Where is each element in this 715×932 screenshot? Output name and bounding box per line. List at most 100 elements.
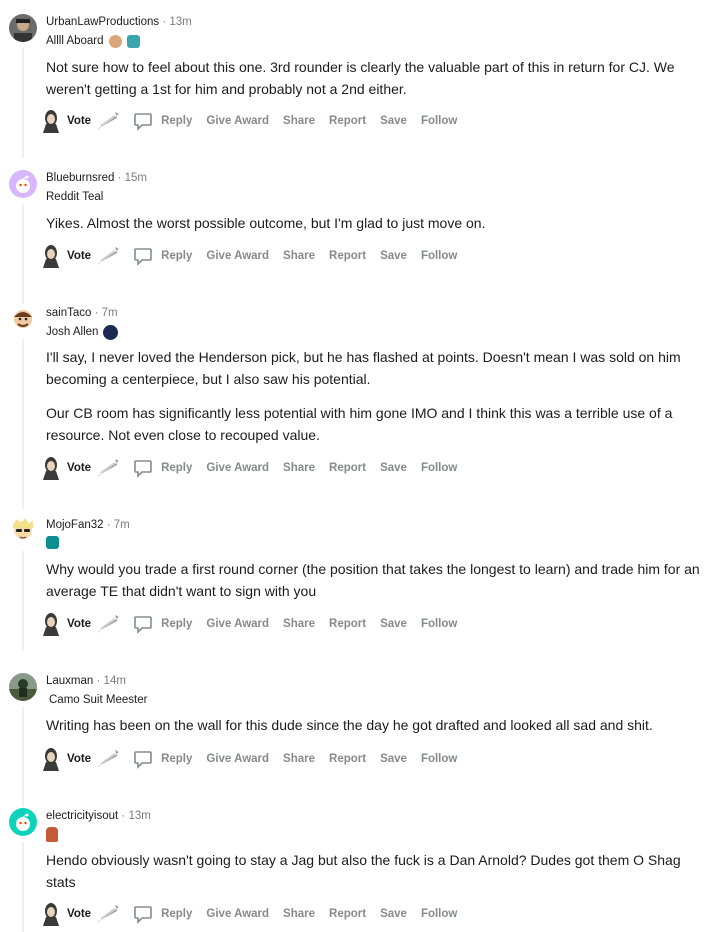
- vote-right-icon[interactable]: [95, 457, 121, 479]
- comment-actions: Vote Reply Give Award Share Report Save …: [40, 108, 471, 134]
- follow-button[interactable]: Follow: [421, 115, 457, 127]
- avatar[interactable]: [9, 14, 37, 42]
- vote-control[interactable]: Vote: [40, 244, 133, 268]
- user-flair: Reddit Teal: [46, 191, 104, 203]
- vote-right-icon[interactable]: [95, 613, 121, 635]
- reply-button[interactable]: Reply: [133, 111, 192, 131]
- thread-line[interactable]: [22, 48, 24, 158]
- vote-label: Vote: [67, 250, 92, 262]
- share-button[interactable]: Share: [283, 908, 315, 920]
- reply-button[interactable]: Reply: [133, 246, 192, 266]
- vote-label: Vote: [67, 115, 92, 127]
- vote-left-icon[interactable]: [40, 109, 62, 133]
- author-name[interactable]: sainTaco: [46, 307, 91, 319]
- reply-icon: [134, 906, 152, 924]
- vote-left-icon[interactable]: [40, 456, 62, 480]
- vote-label: Vote: [67, 753, 92, 765]
- reply-button[interactable]: Reply: [133, 904, 192, 924]
- avatar[interactable]: [9, 517, 37, 545]
- flair-emoji: [126, 34, 140, 48]
- vote-right-icon[interactable]: [95, 903, 121, 925]
- save-button[interactable]: Save: [380, 115, 407, 127]
- follow-button[interactable]: Follow: [421, 618, 457, 630]
- timestamp[interactable]: 7m: [102, 307, 118, 319]
- share-button[interactable]: Share: [283, 618, 315, 630]
- user-flair: [46, 536, 59, 549]
- vote-left-icon[interactable]: [40, 244, 62, 268]
- vote-left-icon[interactable]: [40, 612, 62, 636]
- follow-button[interactable]: Follow: [421, 753, 457, 765]
- share-button[interactable]: Share: [283, 250, 315, 262]
- follow-button[interactable]: Follow: [421, 462, 457, 474]
- comment-actions: Vote Reply Give Award Share Report Save …: [40, 901, 471, 927]
- comment-body: Hendo obviously wasn't going to stay a J…: [46, 852, 681, 890]
- avatar[interactable]: [9, 808, 37, 836]
- flair-emoji: [103, 324, 119, 340]
- avatar[interactable]: [9, 305, 37, 333]
- reply-icon: [134, 616, 152, 634]
- vote-label: Vote: [67, 462, 92, 474]
- timestamp[interactable]: 13m: [169, 16, 191, 28]
- vote-left-icon[interactable]: [40, 902, 62, 926]
- report-button[interactable]: Report: [329, 462, 366, 474]
- avatar[interactable]: [9, 673, 37, 701]
- comment-actions: Vote Reply Give Award Share Report Save …: [40, 611, 471, 637]
- thread-line[interactable]: [22, 707, 24, 807]
- author-name[interactable]: Lauxman: [46, 675, 93, 687]
- give-award-button[interactable]: Give Award: [206, 115, 269, 127]
- reply-button[interactable]: Reply: [133, 458, 192, 478]
- save-button[interactable]: Save: [380, 908, 407, 920]
- vote-control[interactable]: Vote: [40, 747, 133, 771]
- report-button[interactable]: Report: [329, 115, 366, 127]
- author-name[interactable]: MojoFan32: [46, 519, 104, 531]
- thread-line[interactable]: [22, 551, 24, 651]
- save-button[interactable]: Save: [380, 753, 407, 765]
- comment-actions: Vote Reply Give Award Share Report Save …: [40, 243, 471, 269]
- save-button[interactable]: Save: [380, 250, 407, 262]
- share-button[interactable]: Share: [283, 462, 315, 474]
- vote-control[interactable]: Vote: [40, 612, 133, 636]
- vote-control[interactable]: Vote: [40, 902, 133, 926]
- thread-line[interactable]: [22, 842, 24, 932]
- reply-icon: [134, 460, 152, 478]
- timestamp[interactable]: 15m: [125, 172, 147, 184]
- follow-button[interactable]: Follow: [421, 250, 457, 262]
- vote-left-icon[interactable]: [40, 747, 62, 771]
- timestamp[interactable]: 7m: [114, 519, 130, 531]
- user-flair: Camo Suit Meester: [49, 694, 148, 706]
- author-name[interactable]: UrbanLawProductions: [46, 16, 159, 28]
- report-button[interactable]: Report: [329, 753, 366, 765]
- follow-button[interactable]: Follow: [421, 908, 457, 920]
- avatar[interactable]: [9, 170, 37, 198]
- vote-control[interactable]: Vote: [40, 456, 133, 480]
- thread-line[interactable]: [22, 339, 24, 509]
- flair-emoji: [46, 536, 59, 549]
- give-award-button[interactable]: Give Award: [206, 618, 269, 630]
- give-award-button[interactable]: Give Award: [206, 462, 269, 474]
- timestamp[interactable]: 13m: [128, 810, 150, 822]
- save-button[interactable]: Save: [380, 462, 407, 474]
- reply-icon: [134, 751, 152, 769]
- vote-right-icon[interactable]: [95, 110, 121, 132]
- give-award-button[interactable]: Give Award: [206, 753, 269, 765]
- share-button[interactable]: Share: [283, 115, 315, 127]
- reply-button[interactable]: Reply: [133, 614, 192, 634]
- give-award-button[interactable]: Give Award: [206, 250, 269, 262]
- thread-line[interactable]: [22, 204, 24, 304]
- user-flair: Josh Allen: [46, 324, 119, 340]
- comment-body: I'll say, I never loved the Henderson pi…: [46, 349, 681, 443]
- give-award-button[interactable]: Give Award: [206, 908, 269, 920]
- report-button[interactable]: Report: [329, 908, 366, 920]
- vote-right-icon[interactable]: [95, 245, 121, 267]
- share-button[interactable]: Share: [283, 753, 315, 765]
- reply-button[interactable]: Reply: [133, 749, 192, 769]
- author-name[interactable]: electricityisout: [46, 810, 118, 822]
- vote-right-icon[interactable]: [95, 748, 121, 770]
- timestamp[interactable]: 14m: [104, 675, 126, 687]
- save-button[interactable]: Save: [380, 618, 407, 630]
- author-name[interactable]: Blueburnsred: [46, 172, 114, 184]
- report-button[interactable]: Report: [329, 618, 366, 630]
- report-button[interactable]: Report: [329, 250, 366, 262]
- vote-control[interactable]: Vote: [40, 109, 133, 133]
- comment-actions: Vote Reply Give Award Share Report Save …: [40, 746, 471, 772]
